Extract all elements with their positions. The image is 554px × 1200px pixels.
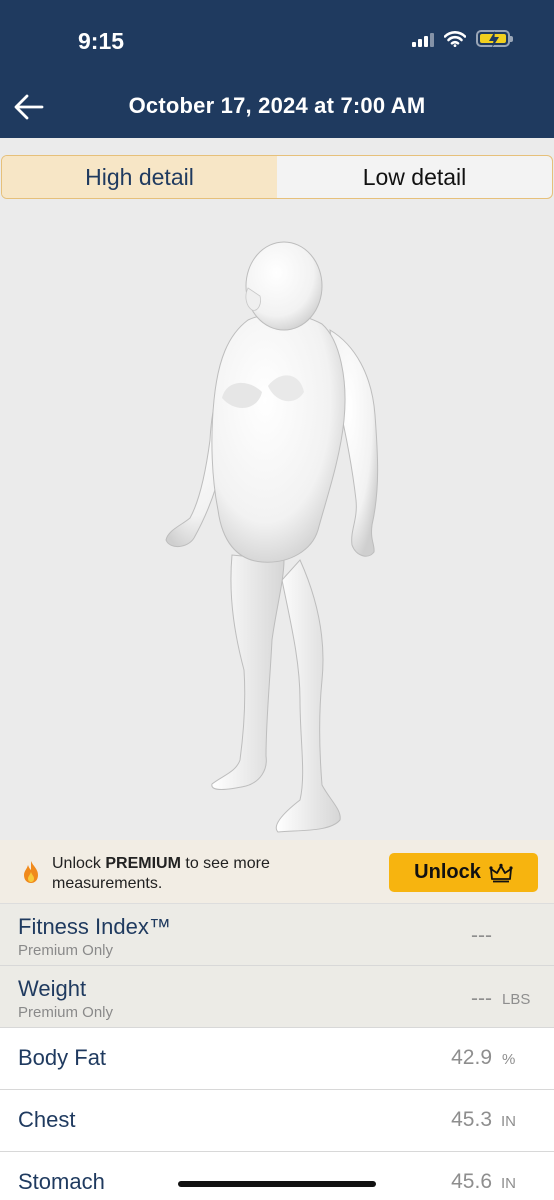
measurement-sublabel: Premium Only [18, 942, 114, 959]
flame-icon [24, 861, 38, 883]
measurement-row-stomach[interactable]: Stomach 45.6 IN [0, 1152, 554, 1200]
body-model-viewer[interactable] [0, 200, 554, 840]
crown-icon [489, 863, 513, 882]
unlock-button-label: Unlock [414, 861, 481, 883]
measurement-unit: IN [501, 1175, 516, 1192]
unlock-button[interactable]: Unlock [389, 853, 538, 892]
body-model-image [165, 241, 379, 833]
measurement-unit: IN [501, 1113, 516, 1130]
app-header: 9:15 October 17, 2024 at 7:00 AM [0, 0, 554, 138]
cellular-signal-icon [412, 31, 434, 47]
wifi-icon [444, 30, 466, 47]
premium-message-prefix: Unlock [52, 855, 106, 872]
measurement-value: 42.9 [451, 1046, 492, 1069]
premium-banner: Unlock PREMIUM to see more measurements.… [0, 840, 554, 904]
measurement-label: Fitness Index™ [18, 914, 171, 939]
measurement-value: 45.3 [451, 1108, 492, 1131]
detail-toggle: High detail Low detail [1, 155, 553, 199]
tab-high-detail[interactable]: High detail [2, 156, 277, 198]
measurement-sublabel: Premium Only [18, 1004, 114, 1021]
measurement-label: Stomach [18, 1169, 105, 1194]
measurement-row-fitness-index[interactable]: Fitness Index™ Premium Only --- [0, 904, 554, 966]
home-indicator[interactable] [178, 1181, 376, 1187]
premium-message-bold: PREMIUM [105, 855, 181, 872]
measurement-unit: LBS [502, 991, 531, 1008]
measurement-row-body-fat[interactable]: Body Fat 42.9 % [0, 1028, 554, 1090]
measurement-unit: % [502, 1051, 516, 1068]
status-icons [412, 30, 513, 48]
premium-message: Unlock PREMIUM to see more measurements. [52, 854, 352, 894]
measurement-row-chest[interactable]: Chest 45.3 IN [0, 1090, 554, 1152]
measurement-value: --- [471, 924, 492, 947]
measurement-value: 45.6 [451, 1170, 492, 1193]
status-time: 9:15 [78, 28, 125, 54]
measurement-label: Body Fat [18, 1045, 107, 1070]
measurement-value: --- [471, 987, 492, 1010]
measurement-row-weight[interactable]: Weight Premium Only --- LBS [0, 966, 554, 1028]
tab-low-detail[interactable]: Low detail [277, 156, 552, 198]
page-title: October 17, 2024 at 7:00 AM [128, 93, 426, 118]
measurement-label: Chest [18, 1107, 76, 1132]
measurement-label: Weight [18, 976, 87, 1001]
battery-charging-icon [476, 30, 513, 48]
